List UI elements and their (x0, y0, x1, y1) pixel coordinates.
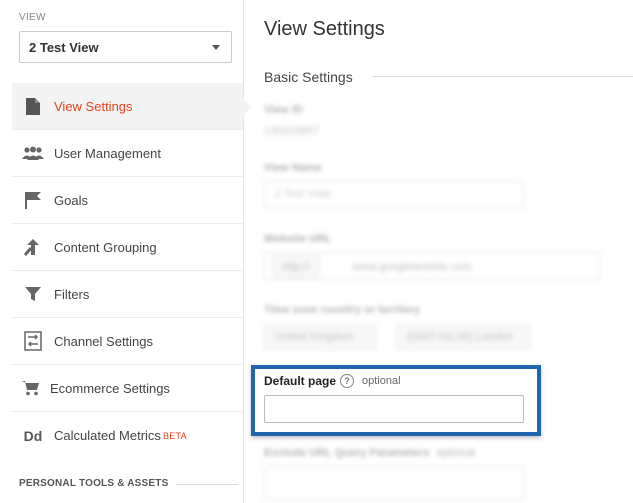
view-select[interactable]: 2 Test View (19, 31, 232, 63)
view-name-label: View Name (264, 162, 322, 174)
personal-tools-heading: PERSONAL TOOLS & ASSETS (19, 478, 169, 489)
exclude-params-input[interactable] (264, 466, 524, 500)
view-name-input[interactable]: 2 Test View (264, 181, 524, 209)
nav-item-channel-settings[interactable]: Channel Settings (12, 318, 243, 365)
nav-item-calculated-metrics[interactable]: Dd Calculated Metrics BETA (12, 412, 243, 459)
nav-item-user-management[interactable]: User Management (12, 130, 243, 177)
nav-label: Calculated Metrics (54, 428, 161, 443)
section-title: Basic Settings (264, 69, 353, 85)
caret-down-icon (212, 45, 220, 50)
timezone-country-select[interactable]: United Kingdom (264, 324, 376, 350)
users-icon (12, 146, 54, 160)
website-url-input[interactable]: http:// www.googletestsite.com (264, 252, 600, 280)
page-title: View Settings (264, 18, 385, 40)
filter-icon (12, 285, 54, 303)
nav-item-content-grouping[interactable]: Content Grouping (12, 224, 243, 271)
nav-item-goals[interactable]: Goals (12, 177, 243, 224)
default-page-input[interactable] (264, 395, 524, 423)
document-icon (12, 97, 54, 115)
nav-label: Channel Settings (54, 333, 154, 349)
section-divider (372, 76, 633, 77)
nav-label: Content Grouping (54, 239, 157, 255)
channel-icon (12, 331, 54, 351)
nav-item-view-settings[interactable]: View Settings (12, 83, 251, 130)
nav-label: View Settings (54, 98, 133, 114)
timezone-zone-select[interactable]: (GMT+01:00) London (396, 324, 530, 350)
nav-item-ecommerce-settings[interactable]: Ecommerce Settings (12, 365, 243, 412)
website-url-label: Website URL (264, 233, 332, 245)
default-page-label: Default page ? optional (264, 374, 401, 388)
beta-badge: BETA (162, 430, 187, 441)
nav-label: Goals (54, 192, 88, 208)
dd-icon: Dd (23, 427, 43, 444)
view-label: VIEW (19, 12, 46, 23)
nav-label: Filters (54, 286, 90, 302)
nav-label: Ecommerce Settings (50, 380, 170, 396)
settings-nav: View Settings User Management Goals Cont… (12, 83, 251, 459)
protocol-select[interactable]: http:// (273, 256, 319, 278)
nav-item-filters[interactable]: Filters (12, 271, 243, 318)
timezone-label: Time zone country or territory (264, 304, 421, 316)
flag-icon (12, 191, 54, 209)
nav-label: User Management (54, 145, 161, 161)
view-id-label: View ID (264, 104, 303, 116)
divider (176, 484, 238, 485)
help-icon[interactable]: ? (340, 374, 355, 388)
view-select-value: 2 Test View (29, 39, 99, 55)
optional-hint: optional (362, 375, 401, 387)
cart-icon (12, 380, 50, 396)
website-url-value: www.googletestsite.com (353, 261, 471, 273)
view-id-value: 130223957 (264, 125, 320, 137)
sidebar: VIEW 2 Test View View Settings User Mana… (0, 0, 251, 503)
merge-icon (12, 238, 54, 256)
exclude-params-label: Exclude URL Query Parameters optional (264, 447, 476, 459)
